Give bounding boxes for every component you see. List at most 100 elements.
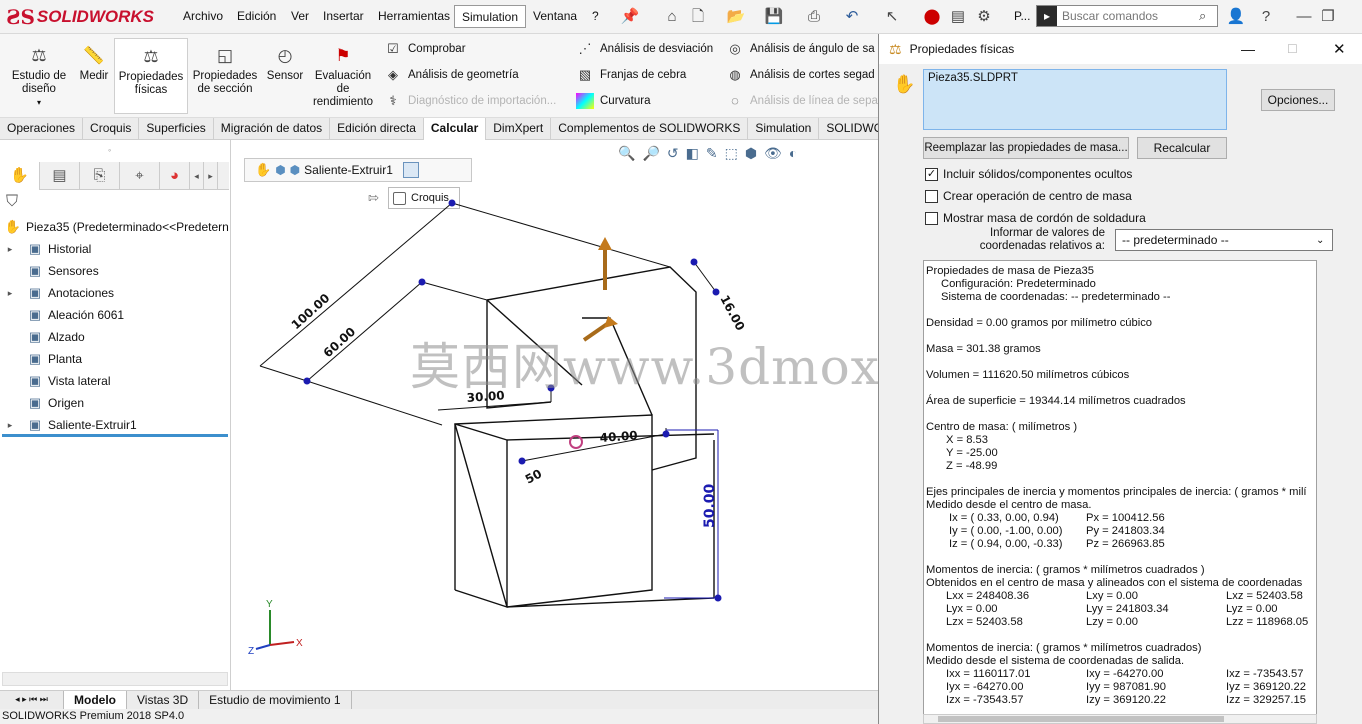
menu-ver[interactable]: Ver: [291, 9, 309, 23]
select-icon[interactable]: ↖: [882, 7, 902, 27]
medir-button[interactable]: 📏 Medir: [76, 38, 112, 83]
dim-100[interactable]: 100.00: [289, 291, 333, 332]
tree-item-6[interactable]: ▣ Vista lateral: [4, 370, 111, 392]
appearance-tab-icon[interactable]: ◕: [160, 162, 190, 190]
tree-item-1[interactable]: ▣ Sensores: [4, 260, 99, 282]
evaluacion-rendimiento-button[interactable]: ⚑ Evaluación de rendimiento: [308, 38, 378, 109]
menu-edicion[interactable]: Edición: [237, 9, 276, 23]
home-icon[interactable]: ⌂: [662, 7, 682, 27]
sensor-button[interactable]: ◴ Sensor: [264, 38, 306, 83]
filter-icon[interactable]: ⛉: [6, 193, 18, 211]
dim-40[interactable]: 40.00: [599, 428, 638, 445]
search-icon[interactable]: ⌕: [1199, 8, 1217, 24]
save-icon[interactable]: 💾: [764, 7, 784, 27]
tab-migracion[interactable]: Migración de datos: [214, 118, 331, 140]
checkbox[interactable]: ✓: [925, 167, 938, 181]
tree-item-2[interactable]: ▸ ▣ Anotaciones: [4, 282, 114, 304]
tab-operaciones[interactable]: Operaciones: [0, 118, 84, 140]
options-icon[interactable]: ⚙: [974, 7, 994, 27]
restore-icon[interactable]: ❐: [1318, 7, 1338, 27]
tree-item-0[interactable]: ▸ ▣ Historial: [4, 238, 92, 260]
results-text[interactable]: Propiedades de masa de Pieza35 Configurac…: [923, 260, 1317, 724]
pin-icon[interactable]: 📌: [620, 7, 640, 27]
checkbox-option-2[interactable]: Mostrar masa de cordón de soldadura: [925, 211, 1146, 225]
analisis-angulo-button[interactable]: ◎ Análisis de ángulo de sa: [726, 41, 874, 57]
tab-dimxpert[interactable]: DimXpert: [486, 118, 552, 140]
menu-archivo[interactable]: Archivo: [183, 9, 223, 23]
panel-grip-icon[interactable]: ◦: [108, 145, 111, 155]
tree-root[interactable]: ✋ Pieza35 (Predeterminado<<Predetern: [4, 216, 229, 238]
comprobar-button[interactable]: ☑ Comprobar: [384, 41, 465, 57]
selected-file[interactable]: Pieza35.SLDPRT: [928, 72, 1018, 84]
menu-simulation[interactable]: Simulation: [454, 5, 527, 28]
propiedades-seccion-button[interactable]: ◱ Propiedades de sección: [190, 38, 260, 96]
replace-mass-button[interactable]: Reemplazar las propiedades de masa...: [923, 137, 1129, 159]
franjas-cebra-button[interactable]: ▧ Franjas de cebra: [576, 67, 686, 83]
rollback-bar[interactable]: [2, 434, 228, 437]
checkbox[interactable]: [925, 189, 938, 203]
estudio-diseno-button[interactable]: ⚖ Estudio de diseño ▾: [4, 38, 74, 109]
traffic-light-icon[interactable]: ⬤: [922, 7, 942, 27]
dialog-close-icon[interactable]: ✕: [1333, 40, 1346, 58]
tab-calcular[interactable]: Calcular: [423, 118, 487, 140]
tab-estudio-movimiento[interactable]: Estudio de movimiento 1: [199, 691, 352, 710]
dim-50-height[interactable]: 50.00: [702, 483, 718, 528]
tab-scroll-right-icon[interactable]: ▸: [204, 162, 218, 190]
analisis-cortes-button[interactable]: ◍ Análisis de cortes segad: [726, 67, 874, 83]
expand-icon[interactable]: ▸: [4, 288, 16, 299]
tree-item-4[interactable]: ▣ Alzado: [4, 326, 85, 348]
checkbox[interactable]: [925, 211, 938, 225]
results-hscrollbar[interactable]: [923, 714, 1317, 724]
property-manager-tab-icon[interactable]: ▤: [40, 162, 80, 190]
tab-croquis[interactable]: Croquis: [83, 118, 140, 140]
dialog-maximize-icon[interactable]: ☐: [1287, 42, 1298, 56]
tree-item-7[interactable]: ▣ Origen: [4, 392, 84, 414]
tab-superficies[interactable]: Superficies: [139, 118, 214, 140]
feature-tree-tab-icon[interactable]: ✋: [0, 162, 40, 190]
scroll-thumb[interactable]: [938, 716, 1224, 722]
dim-50-angle[interactable]: 50: [523, 466, 544, 486]
diagnostico-importacion-button[interactable]: ⚕ Diagnóstico de importación...: [384, 93, 556, 109]
propiedades-fisicas-button[interactable]: ⚖ Propiedades físicas: [114, 38, 188, 114]
coord-system-select[interactable]: -- predeterminado -- ⌄: [1115, 229, 1333, 251]
help-icon[interactable]: ?: [1256, 7, 1276, 27]
analisis-geometria-button[interactable]: ◈ Análisis de geometría: [384, 67, 519, 83]
opciones-button[interactable]: Opciones...: [1261, 89, 1335, 111]
expand-icon[interactable]: ▸: [4, 244, 16, 255]
menu-herramientas[interactable]: Herramientas: [378, 9, 450, 23]
print-icon[interactable]: ⎙: [804, 7, 824, 27]
user-icon[interactable]: 👤: [1226, 7, 1246, 27]
menu-ventana[interactable]: Ventana: [533, 9, 577, 23]
menu-help[interactable]: ?: [592, 9, 599, 23]
tab-modelo[interactable]: Modelo: [64, 691, 127, 710]
curvatura-button[interactable]: ■Curvatura: [576, 93, 651, 109]
analisis-desviacion-button[interactable]: ⋰ Análisis de desviación: [576, 41, 714, 57]
tree-item-8[interactable]: ▸ ▣ Saliente-Extruir1: [4, 414, 137, 436]
undo-icon[interactable]: ↶: [842, 7, 862, 27]
checkbox-option-1[interactable]: Crear operación de centro de masa: [925, 189, 1132, 203]
tab-vistas-3d[interactable]: Vistas 3D: [127, 691, 200, 710]
analisis-linea-button[interactable]: ◌ Análisis de línea de sepa: [726, 93, 878, 109]
configuration-tab-icon[interactable]: ⎘: [80, 162, 120, 190]
p-menu[interactable]: P...: [1014, 9, 1030, 23]
tab-complementos[interactable]: Complementos de SOLIDWORKS: [551, 118, 749, 140]
panel-scrollbar[interactable]: [2, 672, 228, 686]
model-sketch[interactable]: 100.00 60.00 30.00 40.00 50 50.00 16.00 …: [232, 140, 878, 690]
tree-item-3[interactable]: ▣ Aleación 6061: [4, 304, 124, 326]
minimize-icon[interactable]: —: [1294, 7, 1314, 27]
dimxpert-tab-icon[interactable]: ⌖: [120, 162, 160, 190]
tab-scroll-left-icon[interactable]: ◂: [190, 162, 204, 190]
selection-list[interactable]: Pieza35.SLDPRT: [923, 69, 1227, 130]
open-icon[interactable]: 📂: [726, 7, 746, 27]
tab-simulation[interactable]: Simulation: [748, 118, 820, 140]
tab-nav-icon[interactable]: ◂ ▸ ⏮ ⏭: [0, 691, 64, 710]
menu-insertar[interactable]: Insertar: [323, 9, 364, 23]
search-input[interactable]: Buscar comandos: [1057, 9, 1199, 23]
tree-item-5[interactable]: ▣ Planta: [4, 348, 82, 370]
properties-icon[interactable]: ▤: [948, 7, 968, 27]
recalcular-button[interactable]: Recalcular: [1137, 137, 1227, 159]
search-commands[interactable]: ▸ Buscar comandos ⌕: [1036, 5, 1218, 27]
expand-icon[interactable]: ▸: [4, 420, 16, 431]
tab-edicion-directa[interactable]: Edición directa: [330, 118, 424, 140]
new-icon[interactable]: 🗋: [688, 7, 708, 27]
